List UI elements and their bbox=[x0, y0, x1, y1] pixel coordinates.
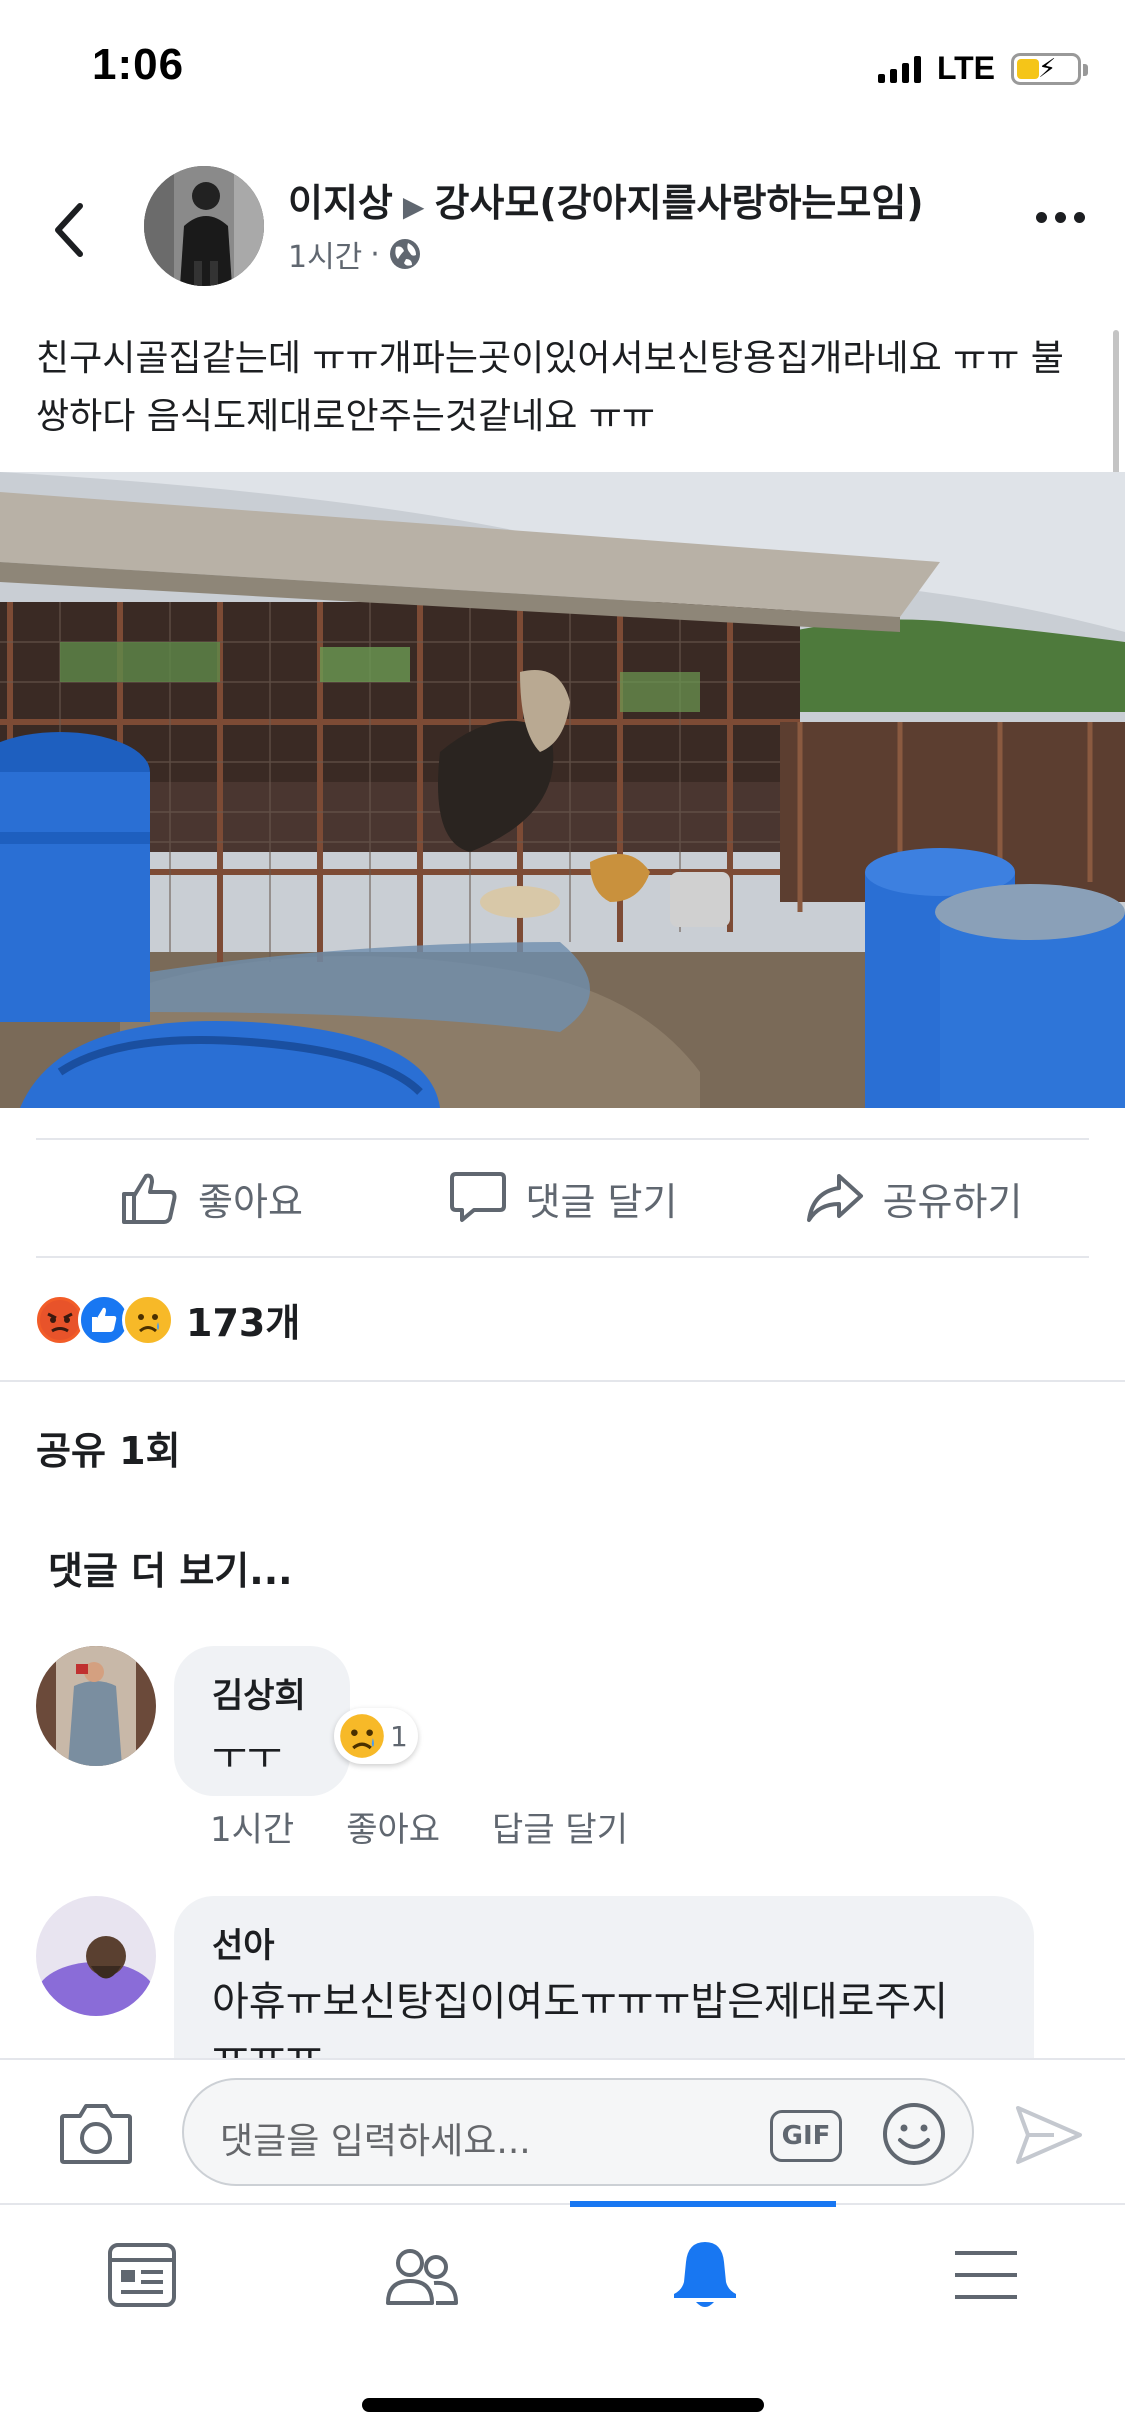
bottom-nav bbox=[0, 2201, 1125, 2333]
reactions-summary[interactable]: 173개 bbox=[34, 1292, 300, 1347]
tab-friends[interactable] bbox=[382, 2235, 462, 2315]
battery-icon: ⚡ bbox=[1011, 52, 1088, 85]
comment-item: 선아 아휴ㅠ보신탕집이여도ㅠㅠㅠ밥은제대로주지 ㅠㅠㅠ bbox=[0, 1896, 1125, 2058]
share-arrow-icon bbox=[806, 1174, 863, 1222]
status-icons: LTE ⚡ bbox=[877, 50, 1088, 87]
like-button[interactable]: 좋아요 bbox=[36, 1140, 387, 1256]
thumbs-up-icon bbox=[122, 1173, 177, 1224]
active-tab-indicator bbox=[570, 2201, 836, 2207]
comment-bubble-icon bbox=[449, 1172, 506, 1222]
more-options-icon[interactable] bbox=[1036, 212, 1085, 223]
home-indicator[interactable] bbox=[362, 2398, 764, 2412]
comment-reply-button[interactable]: 답글 달기 bbox=[492, 1802, 628, 1851]
comment-text: ㅜㅜ bbox=[212, 1734, 282, 1778]
comment-reaction-count: 1 bbox=[390, 1719, 408, 1753]
comment-like-button[interactable]: 좋아요 bbox=[346, 1802, 440, 1851]
post-time[interactable]: 1시간 bbox=[288, 232, 362, 276]
post-actions: 좋아요 댓글 달기 공유하기 bbox=[36, 1138, 1089, 1258]
triangle-right-icon: ▶ bbox=[402, 190, 425, 223]
comment-bubble[interactable]: 선아 아휴ㅠ보신탕집이여도ㅠㅠㅠ밥은제대로주지 ㅠㅠㅠ bbox=[174, 1896, 1034, 2058]
commenter-avatar[interactable] bbox=[36, 1896, 156, 2016]
news-feed-icon bbox=[108, 2243, 176, 2307]
comment-time[interactable]: 1시간 bbox=[210, 1802, 294, 1851]
post-header: 이지상 ▶ 강사모(강아지를사랑하는모임) 1시간 · bbox=[0, 150, 1125, 300]
camera-icon[interactable] bbox=[58, 2100, 134, 2166]
post-text: 친구시골집같는데 ㅠㅠ개파는곳이있어서보신탕용집개라네요 ㅠㅠ 불쌍하다 음식도… bbox=[36, 338, 1064, 437]
friends-icon bbox=[386, 2249, 458, 2305]
status-bar: 1:06 LTE ⚡ bbox=[0, 0, 1125, 140]
meta-separator: · bbox=[370, 236, 380, 272]
send-icon[interactable] bbox=[1014, 2104, 1084, 2166]
commenter-name[interactable]: 김상희 bbox=[212, 1668, 312, 1717]
author-name[interactable]: 이지상 bbox=[288, 181, 393, 225]
hamburger-menu-icon bbox=[955, 2251, 1017, 2299]
tab-notifications[interactable] bbox=[665, 2235, 745, 2315]
tab-menu[interactable] bbox=[946, 2235, 1026, 2315]
comment-button[interactable]: 댓글 달기 bbox=[387, 1140, 738, 1256]
post-meta: 1시간 · bbox=[288, 232, 422, 276]
sad-icon bbox=[340, 1714, 384, 1758]
signal-icon bbox=[877, 55, 921, 83]
sad-icon bbox=[122, 1293, 174, 1346]
comment-input[interactable]: 댓글을 입력하세요... GIF bbox=[182, 2078, 974, 2186]
share-label: 공유하기 bbox=[882, 1179, 1023, 1224]
post-author-line: 이지상 ▶ 강사모(강아지를사랑하는모임) bbox=[288, 172, 924, 227]
comment-placeholder: 댓글을 입력하세요... bbox=[220, 2121, 531, 2162]
gif-button[interactable]: GIF bbox=[770, 2110, 842, 2162]
network-type: LTE bbox=[936, 50, 995, 86]
status-time: 1:06 bbox=[92, 40, 185, 89]
emoji-icon[interactable] bbox=[882, 2102, 946, 2166]
like-label: 좋아요 bbox=[198, 1179, 303, 1224]
divider bbox=[0, 1380, 1125, 1382]
comment-bubble[interactable]: 김상희 ㅜㅜ bbox=[174, 1646, 350, 1796]
post-photo[interactable] bbox=[0, 472, 1125, 1108]
comment-composer: 댓글을 입력하세요... GIF bbox=[0, 2058, 1125, 2203]
back-icon[interactable] bbox=[50, 200, 90, 260]
comment-reaction[interactable]: 1 bbox=[334, 1708, 418, 1764]
tab-news-feed[interactable] bbox=[102, 2235, 182, 2315]
bell-icon bbox=[674, 2242, 736, 2307]
commenter-name[interactable]: 선아 bbox=[212, 1918, 996, 1967]
view-more-comments[interactable]: 댓글 더 보기... bbox=[48, 1540, 293, 1595]
comment-text: 아휴ㅠ보신탕집이여도ㅠㅠㅠ밥은제대로주지 ㅠㅠㅠ bbox=[212, 1979, 948, 2058]
commenter-avatar[interactable] bbox=[36, 1646, 156, 1766]
comment-label: 댓글 달기 bbox=[525, 1179, 678, 1224]
author-avatar[interactable] bbox=[144, 166, 264, 286]
share-count[interactable]: 공유 1회 bbox=[36, 1420, 181, 1475]
comment-meta: 1시간 좋아요 답글 달기 bbox=[210, 1802, 628, 1851]
group-name[interactable]: 강사모(강아지를사랑하는모임) bbox=[434, 181, 923, 225]
reaction-count: 173개 bbox=[186, 1301, 301, 1345]
share-button[interactable]: 공유하기 bbox=[738, 1140, 1089, 1256]
globe-icon bbox=[389, 239, 420, 269]
